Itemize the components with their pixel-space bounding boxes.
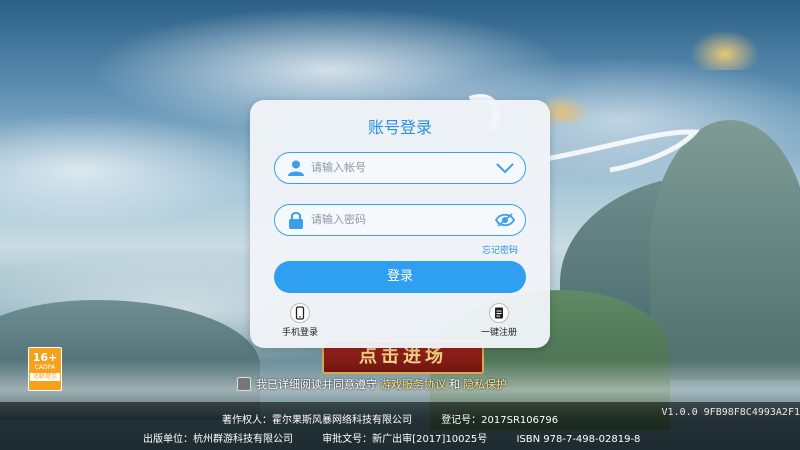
isbn-text: ISBN 978-7-498-02819-8 [516,434,641,445]
password-field[interactable]: 请输入密码 [274,204,526,236]
approval-text: 审批文号：新广出审[2017]10025号 [322,434,488,445]
one-click-register-button[interactable]: 一键注册 [469,303,529,338]
account-placeholder: 请输入帐号 [311,161,366,174]
register-icon [489,303,509,323]
age-rating-badge: 16+ CADPA 适龄提示 [28,347,62,391]
dialog-title: 账号登录 [367,118,432,137]
privacy-link[interactable]: 隐私保护 [463,376,507,392]
phone-icon [290,303,310,323]
password-placeholder: 请输入密码 [311,213,366,226]
register-label: 一键注册 [480,328,517,338]
age-rating-org: CADPA [34,364,56,371]
phone-login-label: 手机登录 [281,328,318,338]
phone-login-button[interactable]: 手机登录 [270,303,330,338]
forgot-password-link[interactable]: 忘记密码 [482,243,518,256]
agreement-row: 我已详细阅读并同意遵守 游戏服务协议 和 隐私保护 [237,376,510,392]
age-rating-label: 适龄提示 [30,373,60,381]
login-button[interactable]: 登录 [274,261,526,293]
floating-temple [690,30,760,70]
eye-icon[interactable] [495,212,515,228]
copyright-text: 著作权人：霍尔果斯风暴网络科技有限公司 [222,415,412,426]
chevron-down-icon[interactable] [495,160,515,176]
service-agreement-link[interactable]: 游戏服务协议 [380,376,446,392]
lock-icon [289,212,303,229]
version-text: V1.0.0 9FB98F8C4993A2F1 [661,407,800,418]
agreement-checkbox[interactable] [237,377,251,391]
registration-text: 登记号：2017SR106796 [441,415,559,426]
user-icon [288,160,304,176]
age-rating-number: 16+ [32,351,58,364]
publisher-text: 出版单位：杭州群游科技有限公司 [143,434,293,445]
agreement-text: 我已详细阅读并同意遵守 [256,378,377,391]
login-dialog: 账号登录 请输入帐号 请输入密码 忘记密码 登录 手机登录 一键注册 [250,100,550,348]
account-field[interactable]: 请输入帐号 [274,152,526,184]
agreement-and: 和 [449,378,460,391]
